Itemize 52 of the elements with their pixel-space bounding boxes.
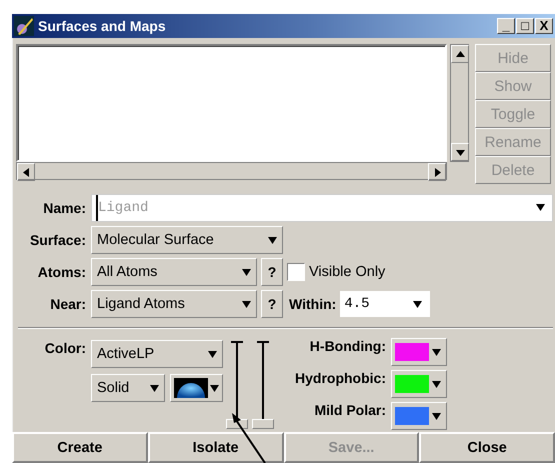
caret-icon	[432, 380, 441, 388]
field-label: H-Bonding:	[308, 338, 386, 356]
window-close-button[interactable]: X	[535, 18, 553, 34]
dialog-button[interactable]: Close	[419, 432, 555, 463]
field-label: Name:	[42, 200, 86, 216]
caret-icon	[242, 300, 251, 308]
material-dropdown[interactable]	[170, 374, 223, 402]
field-label: Atoms:	[36, 264, 86, 280]
color-picker[interactable]	[391, 338, 447, 366]
field-label: Surface:	[28, 232, 86, 248]
maximize-button[interactable]: □	[516, 18, 534, 34]
field-label: Near:	[49, 296, 86, 312]
name-field[interactable]: Ligand	[91, 194, 553, 222]
checkbox[interactable]	[287, 263, 305, 281]
caret-icon	[432, 412, 441, 420]
surface-list[interactable]	[16, 44, 447, 162]
field-label: Within:	[289, 296, 336, 312]
vertical-scrollbar[interactable]	[450, 44, 469, 162]
within-field[interactable]: 4.5	[340, 291, 430, 317]
app-icon	[14, 16, 34, 36]
left-arrow-icon[interactable]	[22, 168, 30, 176]
field-label: Hydrophobic:	[294, 370, 386, 388]
caret-icon	[536, 203, 545, 212]
surface-dropdown[interactable]: Molecular Surface	[91, 226, 283, 254]
caret-icon	[210, 384, 219, 392]
dialog-button[interactable]: Create	[12, 432, 148, 463]
color-picker[interactable]	[391, 402, 447, 430]
vertical-slider[interactable]	[226, 341, 248, 429]
caret-icon	[150, 384, 159, 392]
caret-icon	[413, 300, 422, 308]
field-label: Color:	[44, 340, 86, 358]
horizontal-scrollbar[interactable]	[16, 162, 447, 180]
checkbox-label: Visible Only	[309, 264, 386, 280]
minimize-button[interactable]: _	[497, 18, 515, 34]
field-label: Mild Polar:	[313, 402, 386, 420]
caret-icon	[242, 268, 251, 276]
color-dropdown[interactable]: ActiveLP	[91, 340, 223, 368]
style-dropdown[interactable]: Solid	[91, 374, 165, 402]
down-arrow-icon[interactable]	[456, 148, 464, 156]
right-arrow-icon[interactable]	[432, 168, 442, 176]
window-title: Surfaces and Maps	[38, 18, 167, 34]
vertical-slider[interactable]	[252, 341, 274, 429]
caret-icon	[432, 348, 441, 356]
caret-icon	[268, 236, 277, 244]
atoms-dropdown[interactable]: All Atoms	[91, 258, 257, 286]
near-dropdown[interactable]: Ligand Atoms	[91, 290, 257, 318]
color-picker[interactable]	[391, 370, 447, 398]
help-button[interactable]: ?	[261, 290, 283, 318]
dialog-button[interactable]: Isolate	[148, 432, 284, 463]
help-button[interactable]: ?	[261, 258, 283, 286]
caret-icon	[208, 350, 217, 358]
up-arrow-icon[interactable]	[456, 50, 464, 58]
